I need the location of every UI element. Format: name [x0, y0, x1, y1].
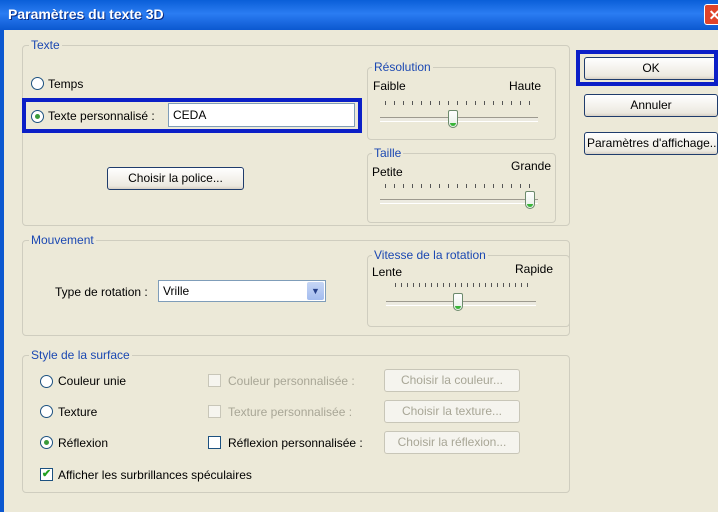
rotation-speed-legend: Vitesse de la rotation: [372, 248, 488, 262]
radio-solid-color-label: Couleur unie: [58, 374, 127, 388]
resolution-legend: Résolution: [372, 60, 433, 74]
custom-reflection-checkbox[interactable]: [208, 436, 221, 449]
window-title: Paramètres du texte 3D: [8, 6, 164, 22]
radio-time[interactable]: [31, 77, 44, 90]
resolution-max-label: Haute: [509, 79, 542, 93]
custom-texture-checkbox[interactable]: [208, 405, 221, 418]
rotation-speed-min-label: Lente: [372, 265, 403, 279]
resolution-slider-thumb[interactable]: [448, 110, 458, 128]
highlight-custom-text: [22, 98, 362, 133]
chevron-down-icon[interactable]: ▼: [307, 282, 324, 300]
rotation-type-value: Vrille: [163, 284, 190, 298]
title-bar: Paramètres du texte 3D ✕: [0, 0, 718, 30]
display-settings-button[interactable]: Paramètres d'affichage...: [584, 132, 718, 155]
size-max-label: Grande: [511, 159, 552, 173]
size-slider-track: [380, 199, 538, 204]
radio-texture[interactable]: [40, 405, 53, 418]
surface-legend: Style de la surface: [29, 348, 132, 362]
window-frame: [0, 30, 4, 512]
resolution-slider-ticks: [385, 101, 533, 105]
cancel-button[interactable]: Annuler: [584, 94, 718, 117]
rotation-speed-max-label: Rapide: [515, 262, 554, 276]
resolution-min-label: Faible: [373, 79, 406, 93]
text-group-legend: Texte: [29, 38, 62, 52]
choose-reflection-button[interactable]: Choisir la réflexion...: [384, 431, 520, 454]
specular-label: Afficher les surbrillances spéculaires: [58, 468, 252, 482]
radio-solid-color[interactable]: [40, 375, 53, 388]
custom-reflection-label: Réflexion personnalisée :: [228, 436, 363, 450]
resolution-slider-track: [380, 117, 538, 122]
radio-time-label: Temps: [48, 77, 84, 91]
radio-texture-label: Texture: [58, 405, 98, 419]
rotation-type-select[interactable]: Vrille ▼: [158, 280, 326, 302]
size-slider-thumb[interactable]: [525, 191, 535, 209]
choose-texture-button[interactable]: Choisir la texture...: [384, 400, 520, 423]
rotation-speed-slider-ticks: [395, 283, 533, 287]
choose-color-button[interactable]: Choisir la couleur...: [384, 369, 520, 392]
rotation-type-label: Type de rotation :: [55, 285, 148, 299]
custom-texture-label: Texture personnalisée :: [228, 405, 353, 419]
choose-font-button[interactable]: Choisir la police...: [107, 167, 244, 190]
specular-checkbox[interactable]: ✔: [40, 468, 53, 481]
close-icon[interactable]: ✕: [704, 4, 718, 25]
size-min-label: Petite: [372, 165, 403, 179]
dialog-window: Paramètres du texte 3D ✕ Texte Temps Tex…: [0, 0, 718, 512]
highlight-ok-button: [576, 50, 718, 86]
custom-color-label: Couleur personnalisée :: [228, 374, 355, 388]
radio-reflection[interactable]: [40, 436, 53, 449]
rotation-speed-slider-thumb[interactable]: [453, 293, 463, 311]
custom-color-checkbox[interactable]: [208, 374, 221, 387]
motion-legend: Mouvement: [29, 233, 96, 247]
radio-reflection-label: Réflexion: [58, 436, 109, 450]
size-legend: Taille: [372, 146, 404, 160]
size-slider-ticks: [385, 184, 533, 188]
